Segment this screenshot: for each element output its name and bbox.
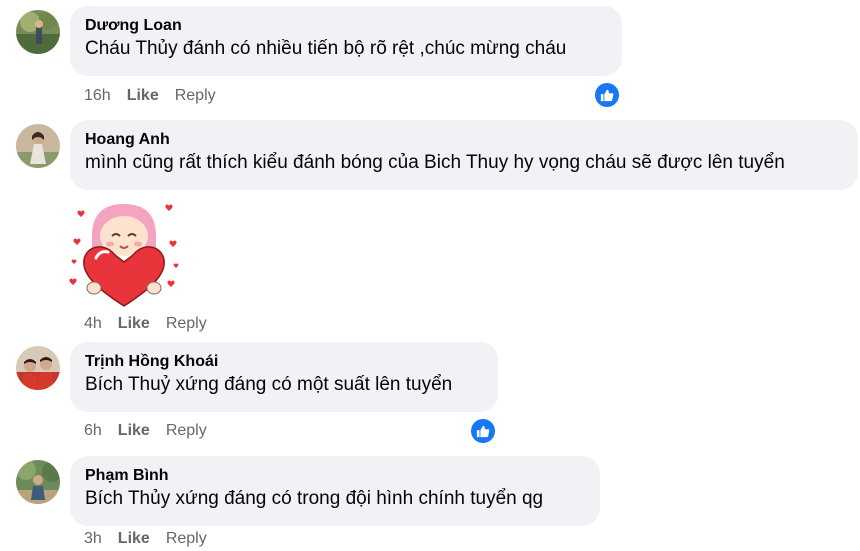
reply-button[interactable]: Reply	[175, 87, 216, 105]
heart-hug-sticker	[66, 196, 182, 312]
comment-timestamp[interactable]: 6h	[84, 422, 102, 440]
like-button[interactable]: Like	[118, 315, 150, 333]
comment-author[interactable]: Trịnh Hồng Khoái	[85, 352, 482, 372]
avatar[interactable]	[16, 124, 60, 168]
comment-author[interactable]: Dương Loan	[85, 16, 606, 36]
reaction-badge[interactable]	[470, 418, 496, 444]
comment-text: mình cũng rất thích kiểu đánh bóng của B…	[85, 152, 785, 173]
comment-actions: 6h Like Reply	[84, 422, 207, 440]
comment-timestamp[interactable]: 16h	[84, 87, 111, 105]
comment-text: Cháu Thủy đánh có nhiều tiến bộ rõ rệt ,…	[85, 38, 567, 59]
like-button[interactable]: Like	[118, 422, 150, 440]
comment-bubble: Phạm Bình Bích Thủy xứng đáng có trong đ…	[70, 456, 600, 526]
comment-timestamp[interactable]: 4h	[84, 315, 102, 333]
reply-button[interactable]: Reply	[166, 530, 207, 548]
comment-text: Bích Thủy xứng đáng có trong đội hình ch…	[85, 488, 544, 509]
reply-button[interactable]: Reply	[166, 315, 207, 333]
comment-bubble: Hoang Anh mình cũng rất thích kiểu đánh …	[70, 120, 858, 190]
like-button[interactable]: Like	[127, 87, 159, 105]
comment-text: Bích Thuỷ xứng đáng có một suất lên tuyể…	[85, 374, 453, 395]
comment-actions: 3h Like Reply	[84, 530, 207, 548]
comment-actions: 4h Like Reply	[84, 315, 207, 333]
like-thumb-icon	[600, 89, 614, 102]
comment-bubble: Dương Loan Cháu Thủy đánh có nhiều tiến …	[70, 6, 622, 76]
avatar[interactable]	[16, 460, 60, 504]
reply-button[interactable]: Reply	[166, 422, 207, 440]
avatar[interactable]	[16, 10, 60, 54]
comment-actions: 16h Like Reply	[84, 87, 216, 105]
avatar[interactable]	[16, 346, 60, 390]
comment-timestamp[interactable]: 3h	[84, 530, 102, 548]
reaction-badge[interactable]	[594, 82, 620, 108]
comment-author[interactable]: Hoang Anh	[85, 130, 842, 150]
comment-thread: Dương Loan Cháu Thủy đánh có nhiều tiến …	[0, 0, 860, 551]
comment-author[interactable]: Phạm Bình	[85, 466, 584, 486]
like-button[interactable]: Like	[118, 530, 150, 548]
like-thumb-icon	[476, 425, 490, 438]
comment-bubble: Trịnh Hồng Khoái Bích Thuỷ xứng đáng có …	[70, 342, 498, 412]
